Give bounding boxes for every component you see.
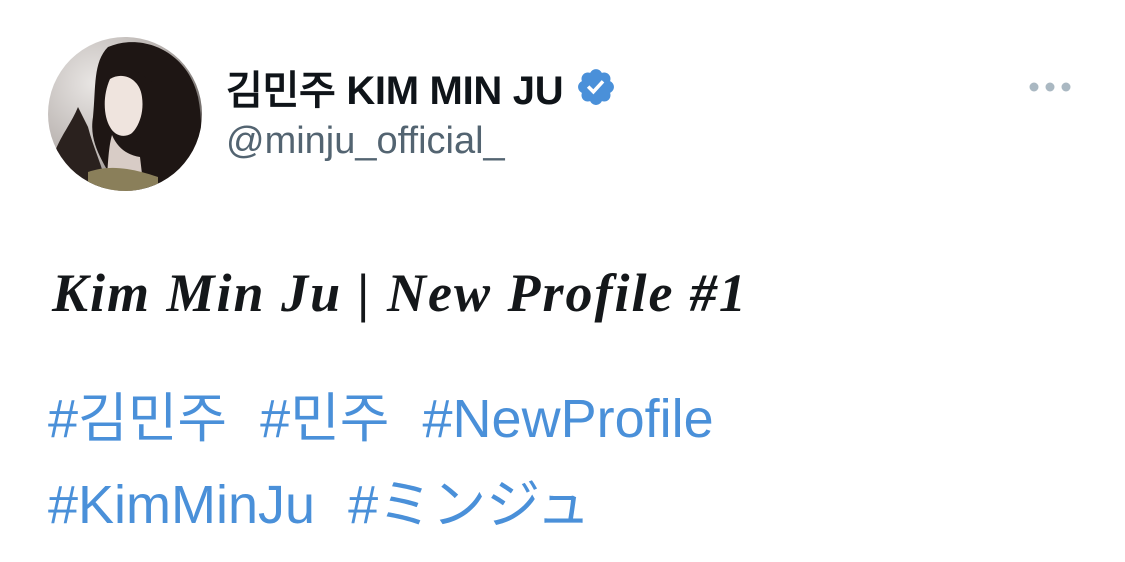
more-dots-icon <box>1029 82 1071 92</box>
hashtag-line-1: #김민주 #민주 #NewProfile <box>48 374 714 453</box>
tweet-card: 김민주 KIM MIN JU @minju_official_ Kim Min … <box>0 0 1125 562</box>
display-name[interactable]: 김민주 KIM MIN JU <box>226 58 564 116</box>
avatar[interactable] <box>48 37 202 191</box>
avatar-photo <box>48 37 202 191</box>
tweet-title: Kim Min Ju | New Profile #1 <box>52 263 748 323</box>
hashtag-link[interactable]: #민주 <box>260 389 389 449</box>
hashtag-link[interactable]: #김민주 <box>48 389 227 449</box>
author-row: 김민주 KIM MIN JU <box>226 62 617 113</box>
hashtag-line-2: #KimMinJu #ミンジュ <box>48 460 590 539</box>
more-button[interactable] <box>1022 70 1078 104</box>
handle[interactable]: @minju_official_ <box>226 120 505 163</box>
hashtag-link[interactable]: #KimMinJu <box>48 475 315 535</box>
hashtag-link[interactable]: #ミンジュ <box>348 475 590 535</box>
hashtag-link[interactable]: #NewProfile <box>423 389 714 449</box>
verified-badge-icon <box>575 66 617 108</box>
